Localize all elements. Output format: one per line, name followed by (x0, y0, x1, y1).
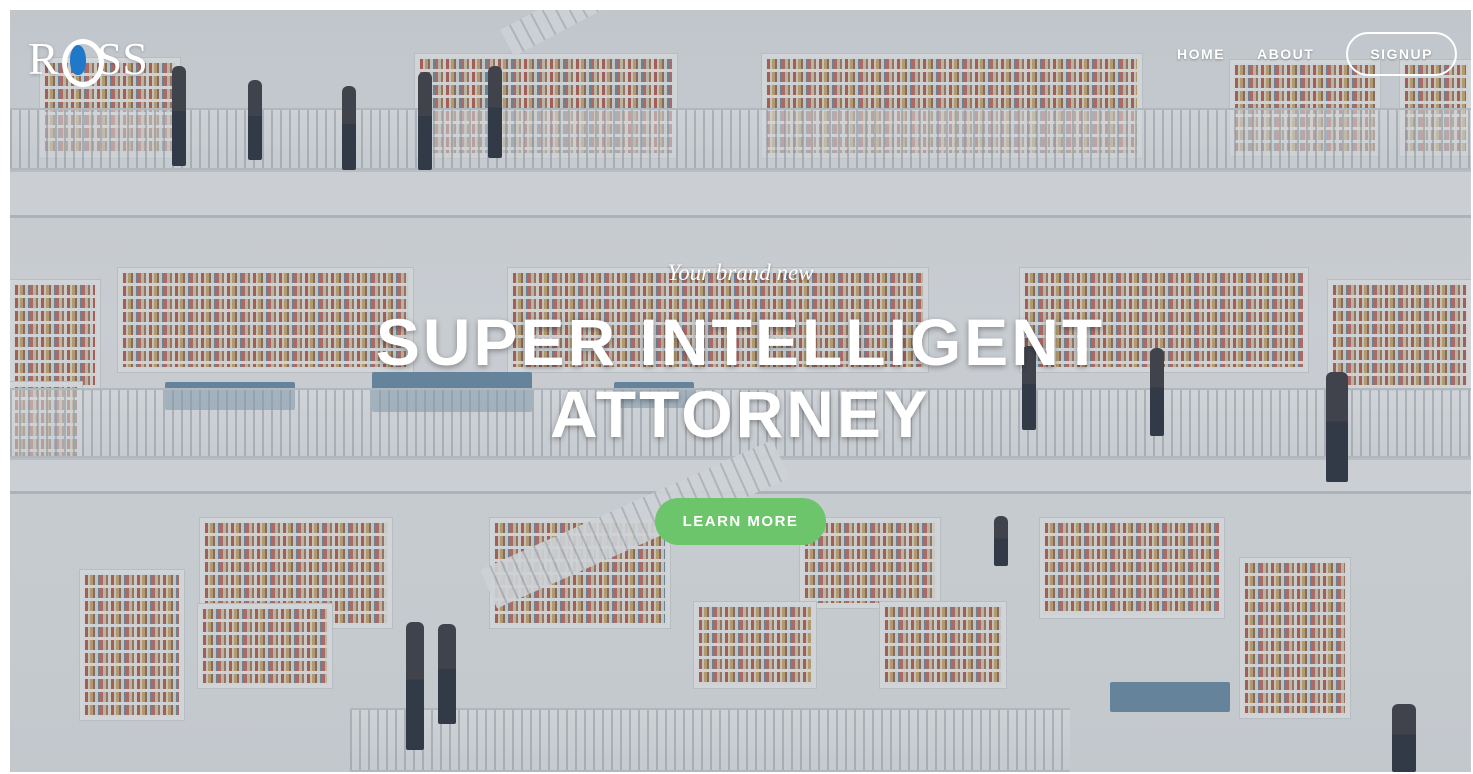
nav-home-link[interactable]: HOME (1177, 46, 1225, 62)
hero-headline: SUPER INTELLIGENT ATTORNEY (10, 306, 1471, 450)
learn-more-button[interactable]: LEARN MORE (654, 498, 827, 545)
hero-headline-line-2: ATTORNEY (550, 377, 931, 451)
hero-tagline: Your brand new (667, 260, 814, 285)
top-nav: HOME ABOUT SIGNUP (1177, 32, 1457, 76)
ross-logo[interactable]: R SS (28, 32, 148, 87)
signup-button[interactable]: SIGNUP (1346, 32, 1457, 76)
logo-text-right: SS (96, 33, 148, 84)
logo-o-mark-icon (61, 38, 104, 87)
hero-section: Your brand new SUPER INTELLIGENT ATTORNE… (10, 260, 1471, 545)
hero-headline-line-1: SUPER INTELLIGENT (375, 305, 1106, 379)
page-frame: R SS HOME ABOUT SIGNUP Your brand new SU… (10, 10, 1471, 772)
nav-about-link[interactable]: ABOUT (1257, 46, 1314, 62)
logo-text-left: R (28, 33, 59, 84)
